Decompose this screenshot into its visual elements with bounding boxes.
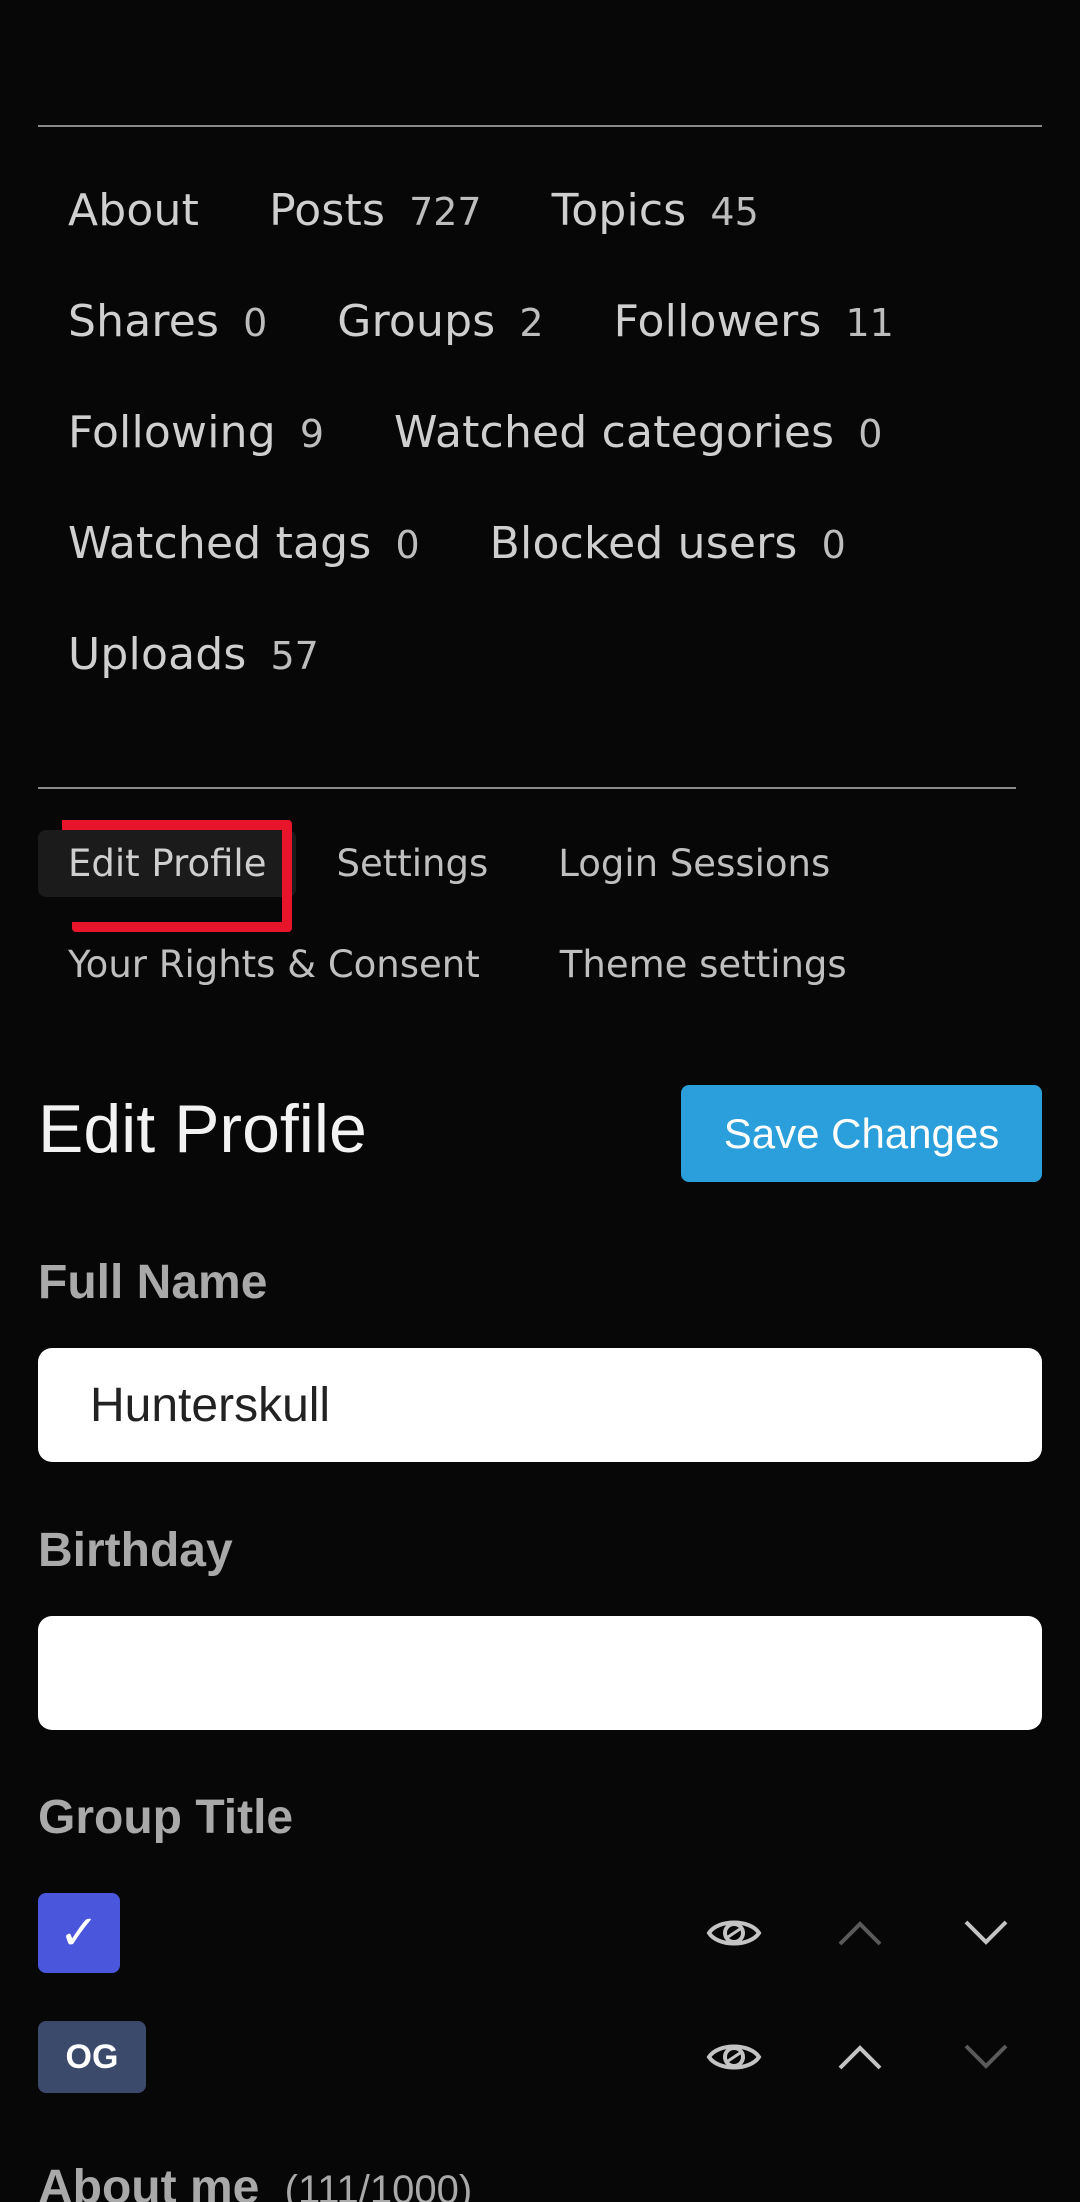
nav-watched-tags[interactable]: Watched tags 0 xyxy=(38,518,450,569)
tab-rights-consent[interactable]: Your Rights & Consent xyxy=(38,931,510,998)
nav-shares[interactable]: Shares 0 xyxy=(38,296,297,347)
birthday-input[interactable] xyxy=(38,1616,1042,1730)
nav-following-label: Following xyxy=(68,407,276,458)
birthday-label: Birthday xyxy=(38,1524,233,1577)
nav-followers-label: Followers xyxy=(613,296,822,347)
nav-watched-tags-count: 0 xyxy=(395,523,420,567)
tab-theme-settings[interactable]: Theme settings xyxy=(530,931,877,998)
nav-uploads-label: Uploads xyxy=(68,629,247,680)
full-name-label: Full Name xyxy=(38,1256,268,1309)
nav-about-label: About xyxy=(68,185,200,236)
tab-settings[interactable]: Settings xyxy=(306,830,518,897)
top-divider xyxy=(38,125,1042,127)
nav-following[interactable]: Following 9 xyxy=(38,407,354,458)
nav-posts[interactable]: Posts 727 xyxy=(239,185,512,236)
tab-login-sessions[interactable]: Login Sessions xyxy=(528,830,860,897)
section-divider xyxy=(38,787,1016,789)
highlight-annotation-corner xyxy=(62,820,82,830)
about-me-char-count: (111/1000) xyxy=(284,2168,473,2202)
profile-nav-row: Shares 0 Groups 2 Followers 11 xyxy=(38,266,1042,377)
nav-topics-label: Topics xyxy=(551,185,687,236)
nav-uploads[interactable]: Uploads 57 xyxy=(38,629,349,680)
about-me-title: About me xyxy=(38,2161,260,2202)
nav-watched-categories-count: 0 xyxy=(858,412,883,456)
nav-about[interactable]: About xyxy=(38,185,229,236)
profile-nav-row: Following 9 Watched categories 0 xyxy=(38,377,1042,488)
page-title: Edit Profile xyxy=(38,1091,367,1167)
nav-shares-count: 0 xyxy=(243,301,268,345)
profile-nav-row: Watched tags 0 Blocked users 0 xyxy=(38,488,1042,599)
profile-nav: About Posts 727 Topics 45 Shares 0 Group… xyxy=(38,185,1042,710)
nav-followers[interactable]: Followers 11 xyxy=(584,296,924,347)
nav-following-count: 9 xyxy=(299,412,325,456)
profile-nav-row: About Posts 727 Topics 45 xyxy=(38,155,1042,266)
move-down-icon[interactable] xyxy=(956,1903,1016,1963)
save-changes-button[interactable]: Save Changes xyxy=(681,1085,1042,1182)
settings-subnav: Your Rights & Consent Theme settings xyxy=(38,931,887,998)
nav-watched-categories[interactable]: Watched categories 0 xyxy=(364,407,912,458)
nav-topics[interactable]: Topics 45 xyxy=(522,185,789,236)
group-badge[interactable]: OG xyxy=(38,2021,146,2093)
nav-blocked-users-count: 0 xyxy=(821,523,846,567)
nav-shares-label: Shares xyxy=(68,296,220,347)
move-up-icon[interactable] xyxy=(830,1903,890,1963)
nav-groups-count: 2 xyxy=(519,301,544,345)
group-title-row: OG xyxy=(38,2017,1042,2097)
checkmark-icon: ✓ xyxy=(58,1907,100,1960)
highlight-annotation xyxy=(72,820,292,932)
full-name-input[interactable]: Hunterskull xyxy=(38,1348,1042,1462)
profile-nav-row: Uploads 57 xyxy=(38,599,1042,710)
nav-posts-count: 727 xyxy=(409,190,482,234)
nav-topics-count: 45 xyxy=(710,190,759,234)
nav-watched-categories-label: Watched categories xyxy=(394,407,835,458)
nav-uploads-count: 57 xyxy=(270,634,319,678)
move-down-icon[interactable] xyxy=(956,2027,1016,2087)
group-badge[interactable]: ✓ xyxy=(38,1893,120,1973)
nav-followers-count: 11 xyxy=(845,301,894,345)
nav-groups-label: Groups xyxy=(337,296,496,347)
group-title-label: Group Title xyxy=(38,1791,294,1844)
eye-icon[interactable] xyxy=(704,2027,764,2087)
nav-blocked-users[interactable]: Blocked users 0 xyxy=(460,518,876,569)
nav-posts-label: Posts xyxy=(269,185,386,236)
eye-icon[interactable] xyxy=(704,1903,764,1963)
about-me-label: About me (111/1000) xyxy=(38,2160,472,2202)
nav-watched-tags-label: Watched tags xyxy=(68,518,372,569)
group-title-row: ✓ xyxy=(38,1893,1042,1973)
nav-groups[interactable]: Groups 2 xyxy=(307,296,573,347)
move-up-icon[interactable] xyxy=(830,2027,890,2087)
profile-edit-page: About Posts 727 Topics 45 Shares 0 Group… xyxy=(0,0,1080,2202)
nav-blocked-users-label: Blocked users xyxy=(489,518,798,569)
